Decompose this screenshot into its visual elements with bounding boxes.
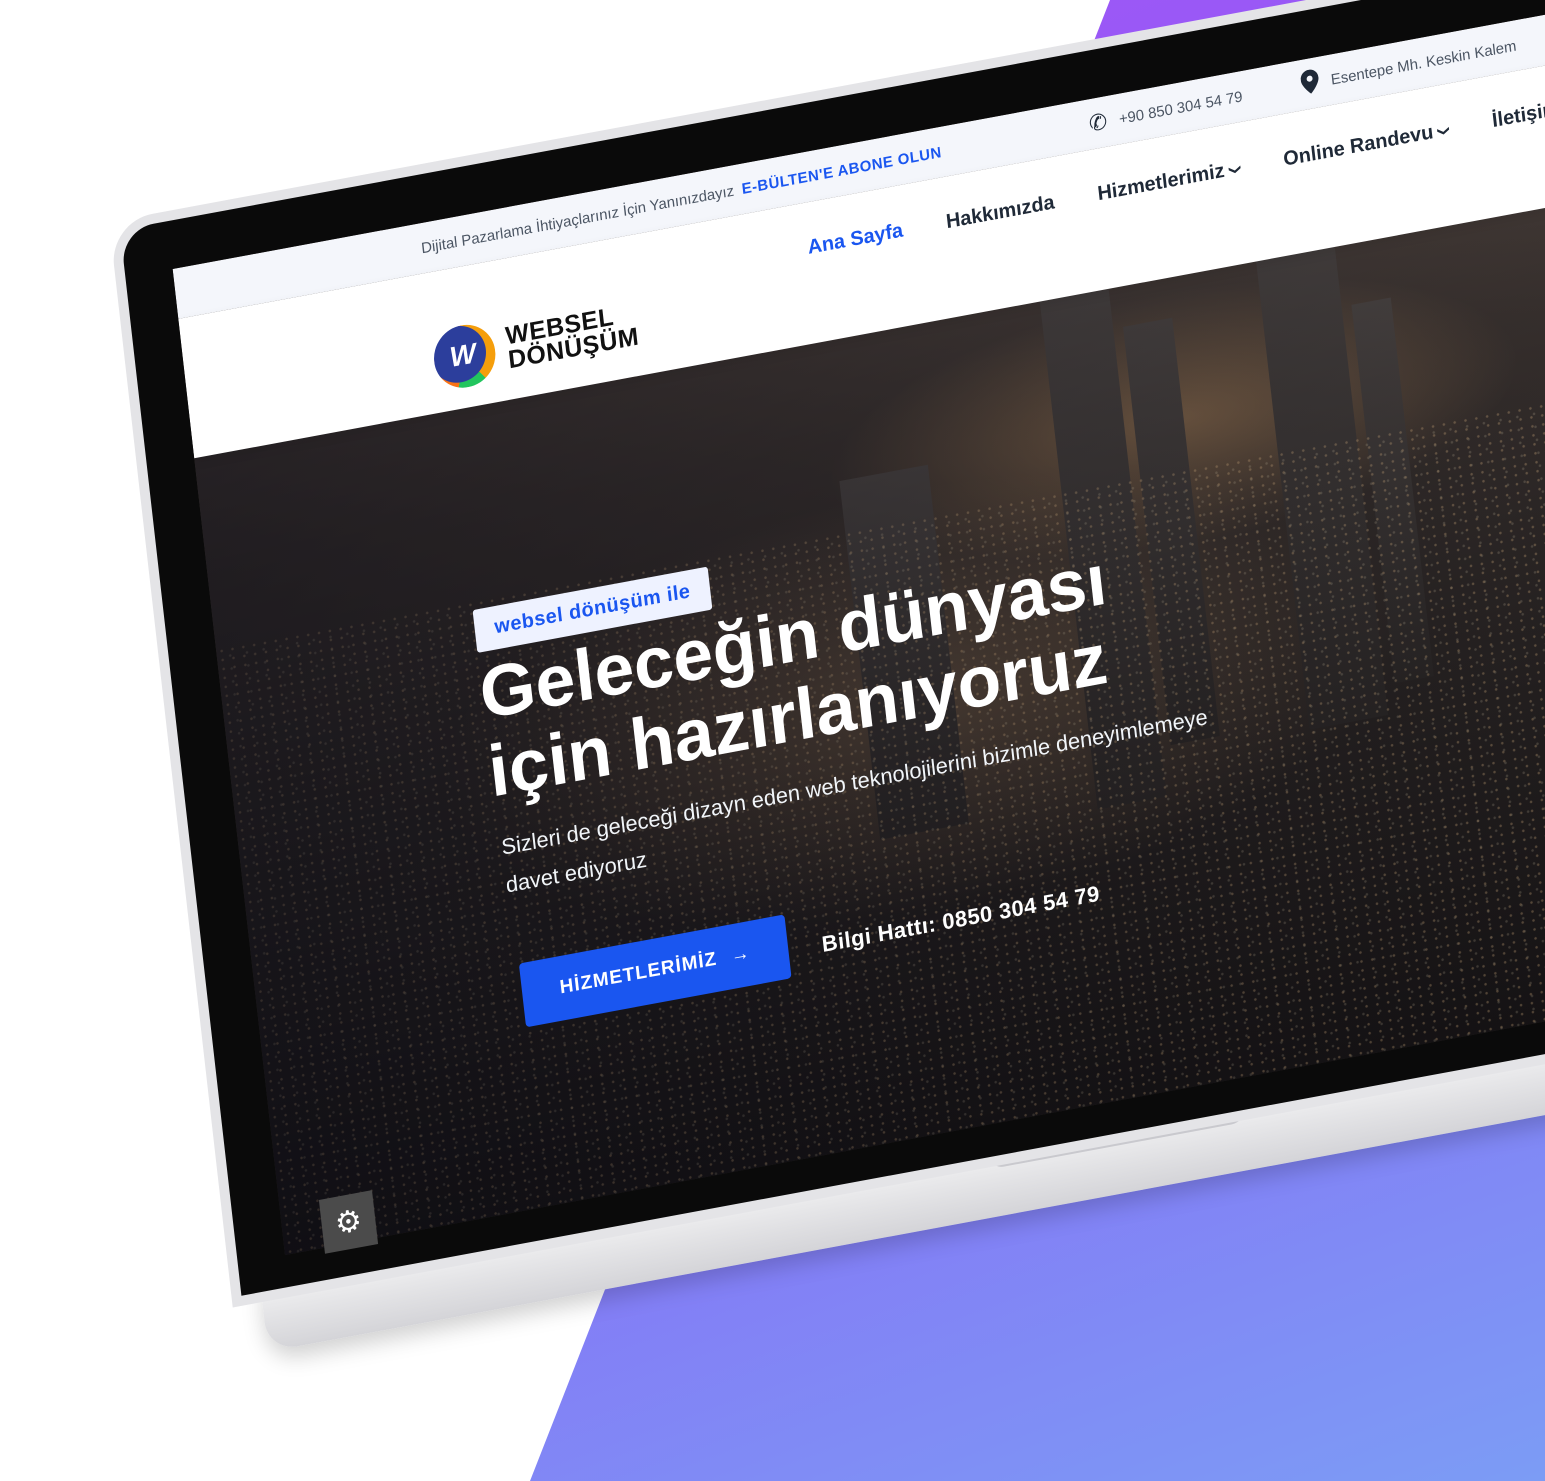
laptop-device: Dijital Pazarlama İhtiyaçlarınız İçin Ya… [120,0,1545,1352]
map-pin-icon [1300,68,1321,99]
nav-item-label: Hakkımızda [944,191,1056,234]
logo-mark-icon: W [430,319,499,393]
arrow-right-icon: → [729,942,752,967]
nav-item-ana-sayfa[interactable]: Ana Sayfa [807,219,905,260]
chevron-down-icon: ❯ [1227,162,1243,176]
nav-item-iletisim[interactable]: İletişim ❯ [1491,95,1545,133]
nav-item-label: Hizmetlerimiz [1096,159,1226,206]
chevron-down-icon: ❯ [1436,124,1452,137]
nav-item-label: Online Randevu [1282,121,1435,171]
gear-icon: ⚙ [333,1203,364,1241]
phone-icon: ✆ [1087,108,1109,137]
phone-number: +90 850 304 54 79 [1118,87,1244,128]
settings-button[interactable]: ⚙ [318,1190,379,1254]
laptop-mockup: Dijital Pazarlama İhtiyaçlarınız İçin Ya… [0,0,1545,1481]
logo-text: WEBSEL DÖNÜŞÜM [504,300,640,375]
nav-item-hizmetlerimiz[interactable]: Hizmetlerimiz ❯ [1096,157,1243,206]
cta-label: HİZMETLERİMİZ [558,948,719,999]
nav-item-label: İletişim [1490,97,1545,133]
nav-item-label: Ana Sayfa [806,219,905,259]
nav-item-hakkimizda[interactable]: Hakkımızda [945,191,1056,234]
nav-item-online-randevu[interactable]: Online Randevu ❯ [1282,118,1452,172]
brand-logo[interactable]: W WEBSEL DÖNÜŞÜM [430,293,641,393]
